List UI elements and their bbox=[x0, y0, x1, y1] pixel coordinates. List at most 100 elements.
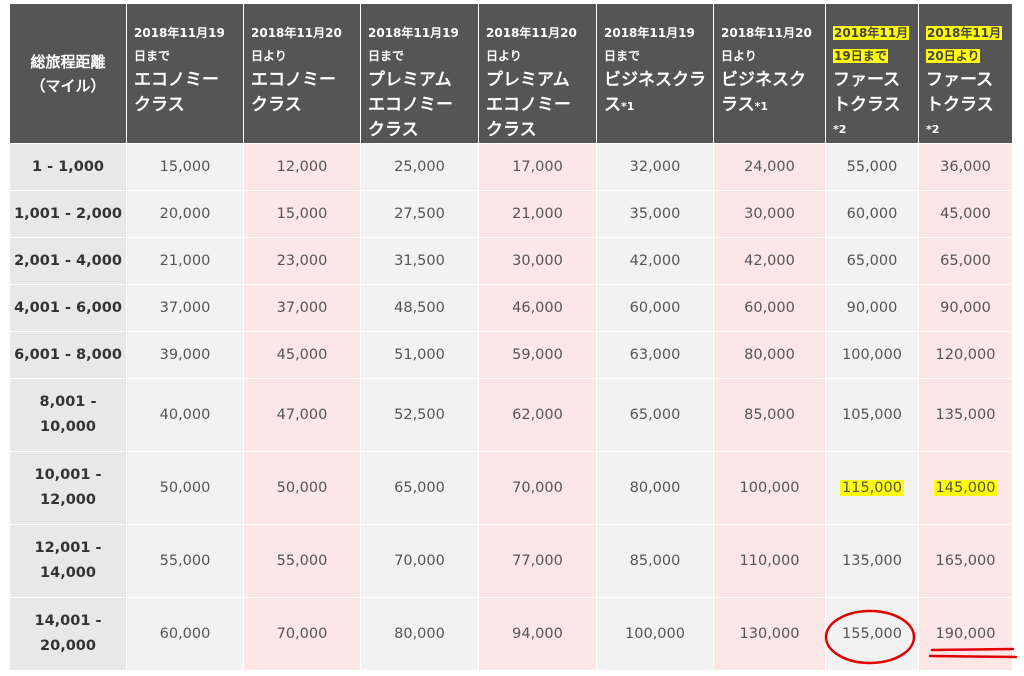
distance-range-cell: 8,001 - 10,000 bbox=[9, 378, 127, 452]
column-class-name: ラス bbox=[721, 95, 755, 115]
distance-range-cell: 6,001 - 8,000 bbox=[9, 331, 127, 379]
miles-cell: 80,000 bbox=[360, 597, 479, 671]
miles-cell: 32,000 bbox=[596, 143, 714, 191]
column-class-name: ビジネスク bbox=[721, 70, 806, 90]
miles-cell: 42,000 bbox=[713, 237, 826, 285]
miles-cell: 100,000 bbox=[825, 331, 919, 379]
column-header-business-before: 2018年11月19 日まで ビジネスクラ ス*1 bbox=[596, 3, 714, 144]
column-date: 2018年11月19 bbox=[604, 26, 695, 40]
table-row: 14,001 - 20,000 60,000 70,000 80,000 94,0… bbox=[9, 597, 1013, 671]
column-date-suffix: 19日まで bbox=[833, 49, 888, 63]
miles-cell-circled: 155,000 bbox=[825, 597, 919, 671]
miles-cell: 80,000 bbox=[713, 331, 826, 379]
column-date: 2018年11月20 bbox=[486, 26, 577, 40]
highlighted-value: 145,000 bbox=[933, 480, 998, 496]
column-class-name: エコノミー bbox=[251, 70, 336, 90]
miles-cell: 110,000 bbox=[713, 524, 826, 598]
miles-cell: 70,000 bbox=[360, 524, 479, 598]
column-date-suffix: 日まで bbox=[134, 49, 171, 63]
column-date-suffix: 日より bbox=[251, 49, 287, 63]
column-header-business-after: 2018年11月20 日より ビジネスク ラス*1 bbox=[713, 3, 826, 144]
miles-cell: 30,000 bbox=[713, 190, 826, 238]
column-header-economy-after: 2018年11月20 日より エコノミー クラス bbox=[243, 3, 361, 144]
miles-cell: 42,000 bbox=[596, 237, 714, 285]
miles-cell: 47,000 bbox=[243, 378, 361, 452]
distance-header-line1: 総旅程距離 bbox=[30, 52, 106, 71]
miles-cell: 25,000 bbox=[360, 143, 479, 191]
miles-cell: 94,000 bbox=[478, 597, 597, 671]
miles-cell: 27,500 bbox=[360, 190, 479, 238]
miles-cell: 165,000 bbox=[918, 524, 1013, 598]
miles-cell: 15,000 bbox=[243, 190, 361, 238]
table-row: 12,001 - 14,000 55,000 55,000 70,000 77,0… bbox=[9, 524, 1013, 598]
miles-cell: 15,000 bbox=[126, 143, 244, 191]
miles-cell: 70,000 bbox=[243, 597, 361, 671]
miles-cell: 24,000 bbox=[713, 143, 826, 191]
highlighted-value: 115,000 bbox=[840, 480, 904, 496]
miles-cell: 85,000 bbox=[713, 378, 826, 452]
column-footnote: *2 bbox=[926, 123, 940, 136]
column-header-first-after: 2018年11月 20日より ファース トクラス *2 bbox=[918, 3, 1013, 144]
miles-cell: 100,000 bbox=[713, 451, 826, 525]
column-date-suffix: 日まで bbox=[368, 49, 405, 63]
header-row: 総旅程距離 （マイル） 2018年11月19 日まで エコノミー クラス 201… bbox=[9, 3, 1013, 144]
distance-range-cell: 1 - 1,000 bbox=[9, 143, 127, 191]
miles-cell: 90,000 bbox=[918, 284, 1013, 332]
column-date-suffix: 20日より bbox=[926, 49, 981, 63]
miles-cell: 85,000 bbox=[596, 524, 714, 598]
range-line: 12,000 bbox=[40, 492, 96, 508]
column-class-name: エコノミー bbox=[368, 95, 453, 115]
miles-cell: 105,000 bbox=[825, 378, 919, 452]
miles-cell: 48,500 bbox=[360, 284, 479, 332]
distance-range-cell: 2,001 - 4,000 bbox=[9, 237, 127, 285]
miles-cell: 62,000 bbox=[478, 378, 597, 452]
table-row: 8,001 - 10,000 40,000 47,000 52,500 62,00… bbox=[9, 378, 1013, 452]
column-class-name: エコノミー bbox=[134, 70, 219, 90]
miles-cell: 70,000 bbox=[478, 451, 597, 525]
miles-cell: 46,000 bbox=[478, 284, 597, 332]
miles-cell: 21,000 bbox=[478, 190, 597, 238]
miles-cell: 40,000 bbox=[126, 378, 244, 452]
distance-range-cell: 10,001 - 12,000 bbox=[9, 451, 127, 525]
miles-cell: 50,000 bbox=[243, 451, 361, 525]
award-chart-table: 総旅程距離 （マイル） 2018年11月19 日まで エコノミー クラス 201… bbox=[9, 3, 1013, 671]
distance-header: 総旅程距離 （マイル） bbox=[9, 3, 127, 144]
miles-cell: 45,000 bbox=[918, 190, 1013, 238]
range-line: 20,000 bbox=[40, 638, 96, 654]
table-row: 10,001 - 12,000 50,000 50,000 65,000 70,0… bbox=[9, 451, 1013, 525]
miles-cell: 21,000 bbox=[126, 237, 244, 285]
column-class-name: プレミアム bbox=[486, 70, 570, 90]
miles-cell: 65,000 bbox=[360, 451, 479, 525]
miles-cell: 59,000 bbox=[478, 331, 597, 379]
distance-range-cell: 14,001 - 20,000 bbox=[9, 597, 127, 671]
miles-cell: 55,000 bbox=[126, 524, 244, 598]
column-class-name: ビジネスクラ bbox=[604, 70, 706, 90]
column-class-name: トクラス bbox=[926, 95, 994, 115]
column-date: 2018年11月20 bbox=[251, 26, 342, 40]
miles-cell: 60,000 bbox=[126, 597, 244, 671]
column-class-name: ファース bbox=[926, 70, 994, 90]
column-date-suffix: 日より bbox=[486, 49, 522, 63]
miles-cell: 23,000 bbox=[243, 237, 361, 285]
column-class-name: トクラス bbox=[833, 95, 901, 115]
miles-cell: 77,000 bbox=[478, 524, 597, 598]
miles-cell: 55,000 bbox=[243, 524, 361, 598]
column-footnote: *1 bbox=[754, 100, 769, 113]
column-class-name: クラス bbox=[251, 95, 302, 115]
distance-header-line2: （マイル） bbox=[30, 76, 106, 95]
column-class-name: ファース bbox=[833, 70, 901, 90]
table-row: 1,001 - 2,000 20,000 15,000 27,500 21,00… bbox=[9, 190, 1013, 238]
miles-cell: 31,500 bbox=[360, 237, 479, 285]
column-date: 2018年11月 bbox=[926, 26, 1003, 40]
table-row: 6,001 - 8,000 39,000 45,000 51,000 59,00… bbox=[9, 331, 1013, 379]
column-header-premium-economy-after: 2018年11月20 日より プレミアム エコノミー クラス bbox=[478, 3, 597, 144]
miles-cell: 30,000 bbox=[478, 237, 597, 285]
miles-cell: 100,000 bbox=[596, 597, 714, 671]
miles-cell-underlined: 190,000 bbox=[918, 597, 1013, 671]
miles-cell: 37,000 bbox=[126, 284, 244, 332]
column-footnote: *1 bbox=[621, 100, 635, 113]
miles-cell: 37,000 bbox=[243, 284, 361, 332]
miles-cell: 35,000 bbox=[596, 190, 714, 238]
column-date: 2018年11月 bbox=[833, 26, 910, 40]
table-row: 1 - 1,000 15,000 12,000 25,000 17,000 32… bbox=[9, 143, 1013, 191]
